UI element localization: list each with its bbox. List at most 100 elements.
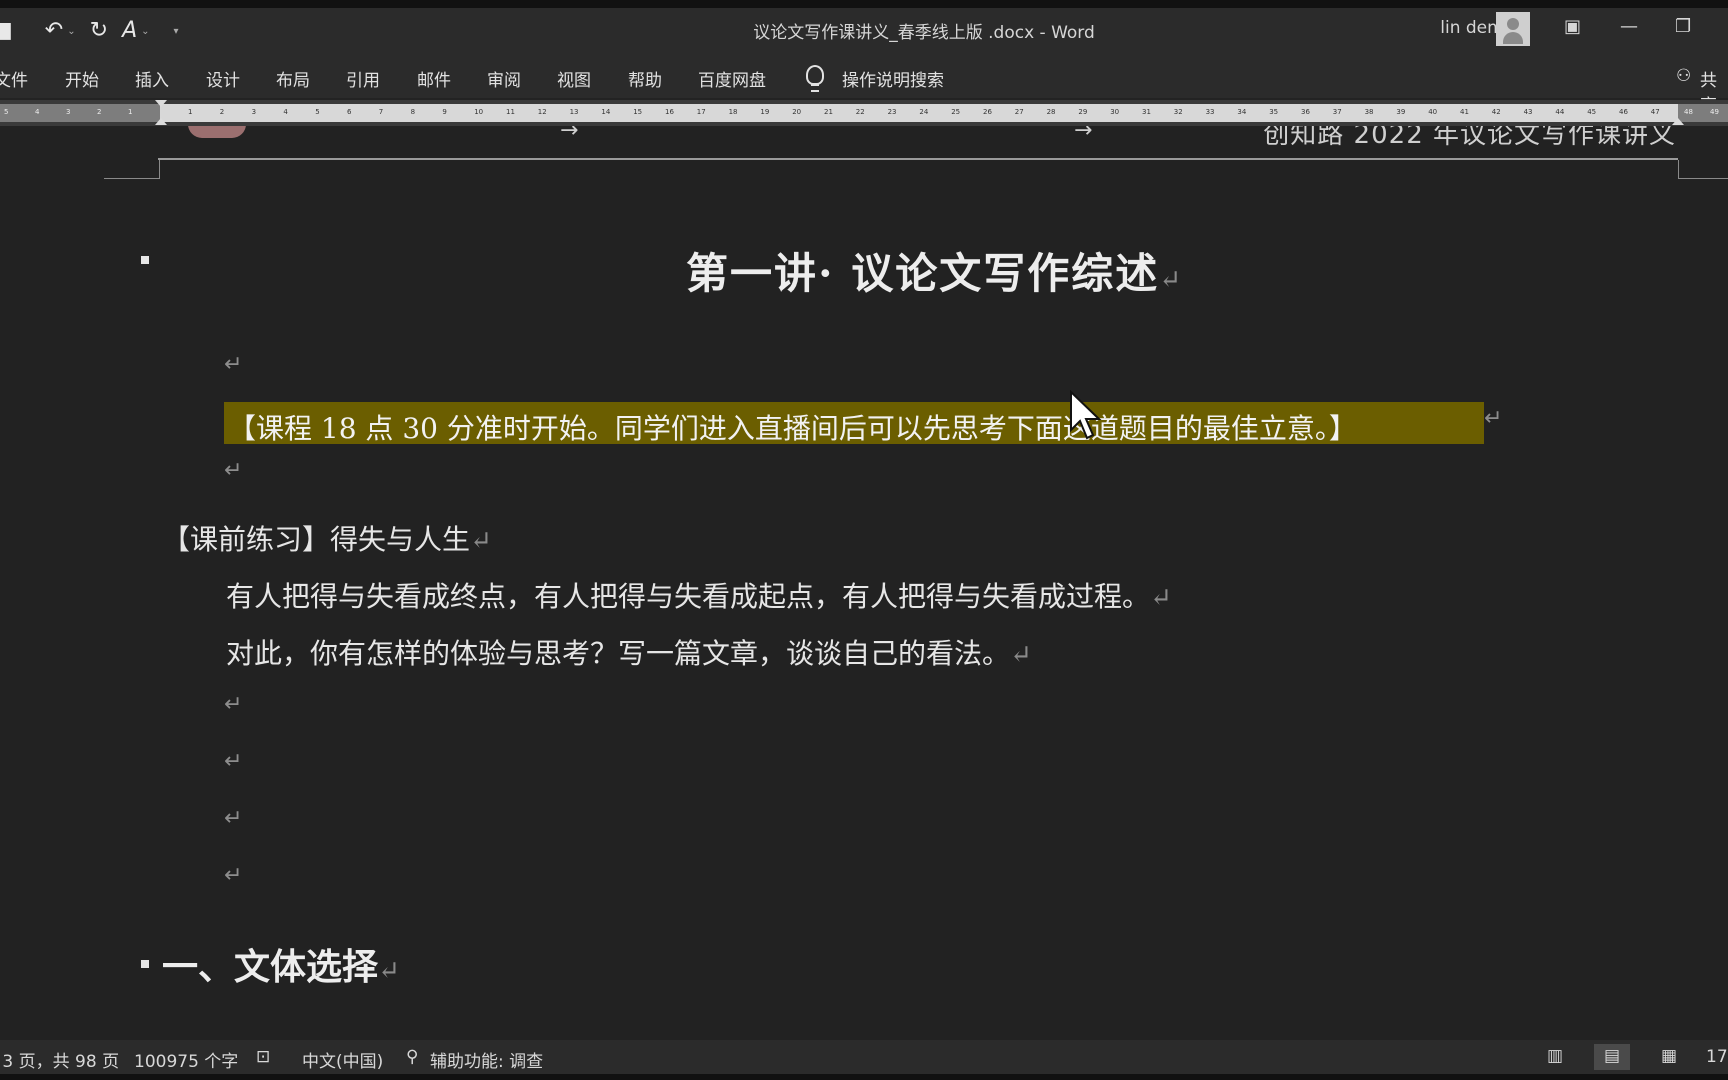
exercise-title-text: 【课前练习】得失与人生 — [162, 523, 471, 556]
ruler-tick: 28 — [1046, 108, 1056, 116]
crop-mark — [159, 160, 160, 179]
ruler-tick: 20 — [792, 108, 802, 116]
print-layout-icon: ▤ — [1604, 1046, 1621, 1066]
paragraph-mark: ↵ — [224, 692, 243, 717]
zoom-level[interactable]: 170% — [1706, 1047, 1728, 1067]
paragraph-mark: ↵ — [224, 352, 243, 377]
tell-me-search[interactable]: 操作说明搜索 — [842, 66, 944, 91]
ruler-tick: 39 — [1396, 108, 1406, 116]
tab-view[interactable]: 视图 — [557, 66, 591, 91]
ruler-tick: 6 — [347, 108, 352, 116]
ruler-tick: 48 — [1684, 108, 1693, 116]
crop-mark — [104, 178, 160, 179]
section-heading-text: 一、文体选择 — [162, 946, 379, 988]
tab-baidu-netdisk[interactable]: 百度网盘 — [698, 66, 766, 91]
paragraph-mark: ↵ — [470, 526, 492, 556]
ruler-tick: 41 — [1460, 108, 1469, 116]
word-count[interactable]: 100975 个字 — [134, 1047, 238, 1072]
ruler-tick: 23 — [887, 108, 897, 116]
prompt-line-2[interactable]: 对此，你有怎样的体验与思考？写一篇文章，谈谈自己的看法。↵ — [226, 632, 1032, 672]
ruler-tick: 2 — [97, 108, 102, 116]
ruler-tick: 17 — [696, 108, 706, 116]
lightbulb-icon — [806, 65, 824, 92]
ruler-tick: 15 — [633, 108, 643, 116]
ruler-tick: 35 — [1269, 108, 1279, 116]
ruler-tick: 33 — [1205, 108, 1215, 116]
ruler-tick: 9 — [442, 108, 447, 116]
paragraph-mark: ↵ — [224, 749, 243, 774]
paragraph-mark: ↵ — [1150, 583, 1172, 613]
right-indent-marker[interactable] — [1672, 118, 1684, 125]
exercise-title[interactable]: 【课前练习】得失与人生↵ — [162, 518, 492, 558]
share-icon[interactable]: ⚇ — [1676, 66, 1691, 86]
lecture-heading[interactable]: 第一讲· 议论文写作综述↵ — [686, 240, 1183, 301]
accessibility-status[interactable]: 辅助功能: 调查 — [430, 1047, 543, 1072]
document-canvas[interactable]: → → 创知路 2022 年议论文写作课讲义 第一讲· 议论文写作综述↵ ↵ 【… — [0, 126, 1728, 1040]
ruler-tick: 1 — [188, 108, 193, 116]
ruler-tick: 42 — [1491, 108, 1501, 116]
ruler-tick: 8 — [410, 108, 416, 116]
section-heading[interactable]: 一、文体选择↵ — [162, 938, 400, 990]
paragraph-mark: ↵ — [1159, 265, 1184, 295]
tab-file[interactable]: 文件 — [0, 66, 28, 91]
prompt-line-1-text: 有人把得与失看成终点，有人把得与失看成起点，有人把得与失看成过程。 — [226, 580, 1151, 613]
ruler-tick: 18 — [728, 108, 738, 116]
paragraph-mark: ↵ — [1484, 406, 1503, 431]
course-notice[interactable]: 【课程 18 点 30 分准时开始。同学们进入直播间后可以先思考下面这道题目的最… — [228, 407, 1357, 447]
avatar[interactable] — [1496, 12, 1530, 46]
ruler-tick: 40 — [1428, 108, 1438, 116]
paragraph-bullet — [141, 256, 149, 264]
ruler-tick: 7 — [378, 108, 384, 116]
first-line-indent-marker[interactable] — [155, 100, 167, 107]
ruler-tick: 46 — [1619, 108, 1628, 116]
ruler-tick: 3 — [251, 108, 257, 116]
language[interactable]: 中文(中国) — [302, 1047, 383, 1072]
proofing-icon[interactable]: ⊡ — [256, 1047, 270, 1067]
tab-arrow-mark: → — [1074, 126, 1093, 143]
ruler-tick: 2 — [219, 108, 225, 116]
crop-mark — [1678, 178, 1728, 179]
web-layout-icon: ▦ — [1661, 1046, 1678, 1066]
ruler-tick: 14 — [601, 108, 611, 116]
header-rule — [158, 158, 1678, 160]
tab-design[interactable]: 设计 — [206, 66, 240, 91]
ribbon-display-options-icon[interactable]: ▣ — [1564, 16, 1581, 37]
ruler-tick: 4 — [283, 108, 288, 116]
tab-help[interactable]: 帮助 — [628, 66, 662, 91]
crop-mark — [1678, 160, 1679, 179]
paragraph-mark: ↵ — [1010, 640, 1032, 670]
ruler-tick: 13 — [569, 108, 579, 116]
ruler-tick: 38 — [1364, 108, 1374, 116]
mouse-pointer-icon — [1070, 390, 1102, 440]
hanging-indent-marker[interactable] — [155, 118, 167, 125]
ruler-tick: 11 — [506, 108, 515, 116]
ruler-tick: 24 — [919, 108, 929, 116]
tab-review[interactable]: 审阅 — [487, 66, 521, 91]
ribbon-tabs: 文件 开始 插入 设计 布局 引用 邮件 审阅 视图 帮助 百度网盘 操作说明搜… — [0, 58, 1728, 116]
web-layout-button[interactable]: ▦ — [1652, 1044, 1688, 1070]
course-notice-text: 【课程 18 点 30 分准时开始。同学们进入直播间后可以先思考下面这道题目的最… — [228, 412, 1357, 445]
tab-layout[interactable]: 布局 — [276, 66, 310, 91]
ruler-tick: 27 — [1014, 108, 1024, 116]
horizontal-ruler[interactable]: 5 4 3 2 1 1 2 3 4 5 6 7 8 9 10 11 12 13 14 15 16 17 18 19 20 21 22… — [0, 100, 1728, 126]
tab-insert[interactable]: 插入 — [135, 66, 169, 91]
tab-references[interactable]: 引用 — [346, 66, 380, 91]
ruler-tick: 5 — [4, 108, 9, 116]
tab-home[interactable]: 开始 — [65, 66, 99, 91]
prompt-line-1[interactable]: 有人把得与失看成终点，有人把得与失看成起点，有人把得与失看成过程。↵ — [226, 575, 1172, 615]
restore-icon[interactable]: ❐ — [1675, 16, 1691, 37]
page-count[interactable]: 第 3 页，共 98 页 — [0, 1047, 119, 1072]
minimize-icon[interactable]: — — [1620, 16, 1638, 37]
ruler-tick: 44 — [1555, 108, 1565, 116]
ruler-tick: 30 — [1110, 108, 1120, 116]
ruler-tick: 10 — [474, 108, 484, 116]
print-layout-button[interactable]: ▤ — [1594, 1044, 1630, 1070]
ruler-tick: 16 — [665, 108, 674, 116]
title-bar: ■ ↶ ⌄ ↻ A ⌄ ▾ 议论文写作课讲义_春季线上版 .docx - Wor… — [0, 0, 1728, 58]
read-mode-button[interactable]: ▥ — [1538, 1044, 1574, 1070]
read-mode-icon: ▥ — [1547, 1046, 1564, 1066]
ruler-tick: 25 — [951, 108, 961, 116]
tab-mailings[interactable]: 邮件 — [417, 66, 451, 91]
paragraph-mark: ↵ — [224, 806, 243, 831]
ruler-left-margin — [0, 104, 160, 122]
